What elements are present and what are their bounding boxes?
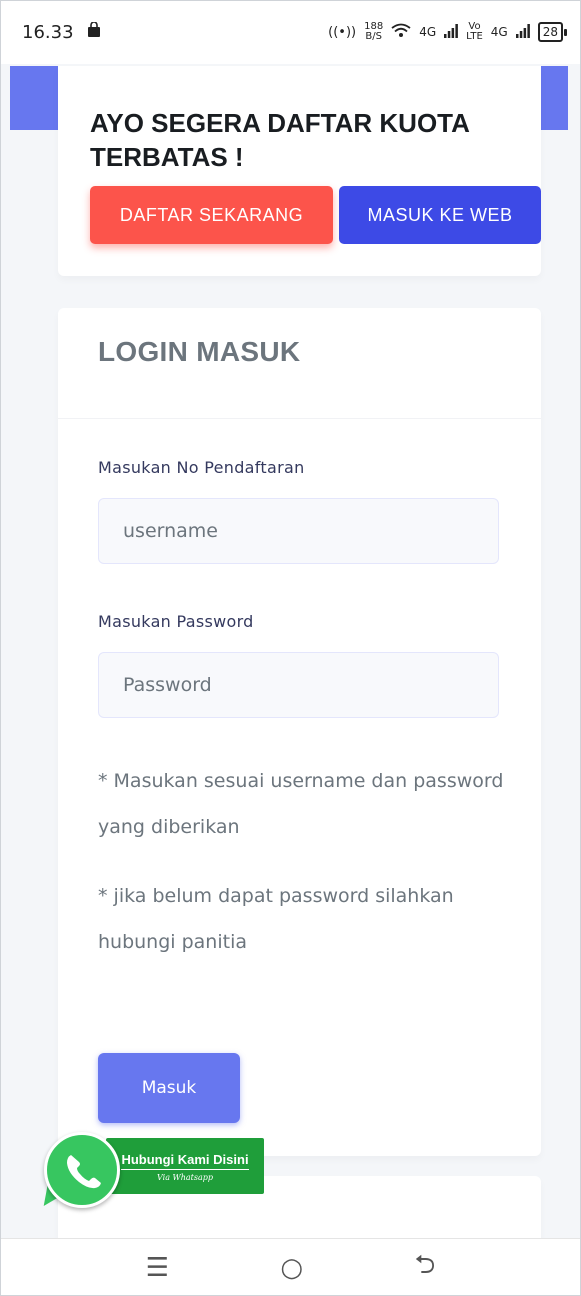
back-arrow-icon[interactable]: ⮌ <box>414 1246 435 1290</box>
promo-card: AYO SEGERA DAFTAR KUOTA TERBATAS ! DAFTA… <box>58 66 541 276</box>
status-time: 16.33 <box>22 21 74 43</box>
status-bar: 16.33 ((•)) 188 B/S 4G Vo LTE 4G 28 <box>0 0 581 64</box>
whatsapp-banner[interactable]: Hubungi Kami Disini Via Whatsapp <box>106 1138 264 1194</box>
navigation-bar: ☰ ○ ⮌ <box>0 1238 581 1296</box>
menu-icon[interactable]: ☰ <box>146 1253 169 1283</box>
password-input[interactable] <box>98 652 499 718</box>
volte-bottom: LTE <box>466 31 483 42</box>
signal-icon <box>444 23 459 41</box>
volte-indicator: Vo LTE <box>466 22 483 42</box>
hotspot-icon: ((•)) <box>328 24 357 40</box>
username-input[interactable] <box>98 498 499 564</box>
data-speed: 188 B/S <box>364 22 383 42</box>
register-now-button[interactable]: DAFTAR SEKARANG <box>90 186 333 244</box>
battery-level: 28 <box>542 25 558 39</box>
whatsapp-banner-subtitle: Via Whatsapp <box>157 1173 213 1182</box>
wifi-icon <box>391 23 411 42</box>
whatsapp-icon[interactable] <box>44 1132 120 1208</box>
network-2-label: 4G <box>490 25 508 39</box>
login-submit-button[interactable]: Masuk <box>98 1053 240 1123</box>
password-label: Masukan Password <box>98 612 254 631</box>
status-left: 16.33 <box>22 20 102 43</box>
card-divider <box>58 418 541 419</box>
login-title: LOGIN MASUK <box>98 336 301 367</box>
registration-number-label: Masukan No Pendaftaran <box>98 458 305 477</box>
signal-icon-2 <box>515 23 530 41</box>
home-circle-icon[interactable]: ○ <box>280 1253 303 1283</box>
login-card: LOGIN MASUK Masukan No Pendaftaran Masuk… <box>58 308 541 1156</box>
shopping-bag-icon <box>86 20 102 43</box>
go-to-web-button[interactable]: MASUK KE WEB <box>339 186 541 244</box>
login-note-credentials: * Masukan sesuai username dan password y… <box>98 770 504 838</box>
promo-headline: AYO SEGERA DAFTAR KUOTA TERBATAS ! <box>90 108 469 172</box>
login-note-contact: * jika belum dapat password silahkan hub… <box>98 885 454 953</box>
network-1-label: 4G <box>419 25 437 39</box>
status-right: ((•)) 188 B/S 4G Vo LTE 4G 28 <box>328 22 568 42</box>
battery-icon: 28 <box>537 22 568 42</box>
whatsapp-banner-title: Hubungi Kami Disini <box>121 1152 249 1170</box>
data-speed-unit: B/S <box>365 31 382 42</box>
whatsapp-contact-widget[interactable]: Hubungi Kami Disini Via Whatsapp <box>35 1126 270 1212</box>
